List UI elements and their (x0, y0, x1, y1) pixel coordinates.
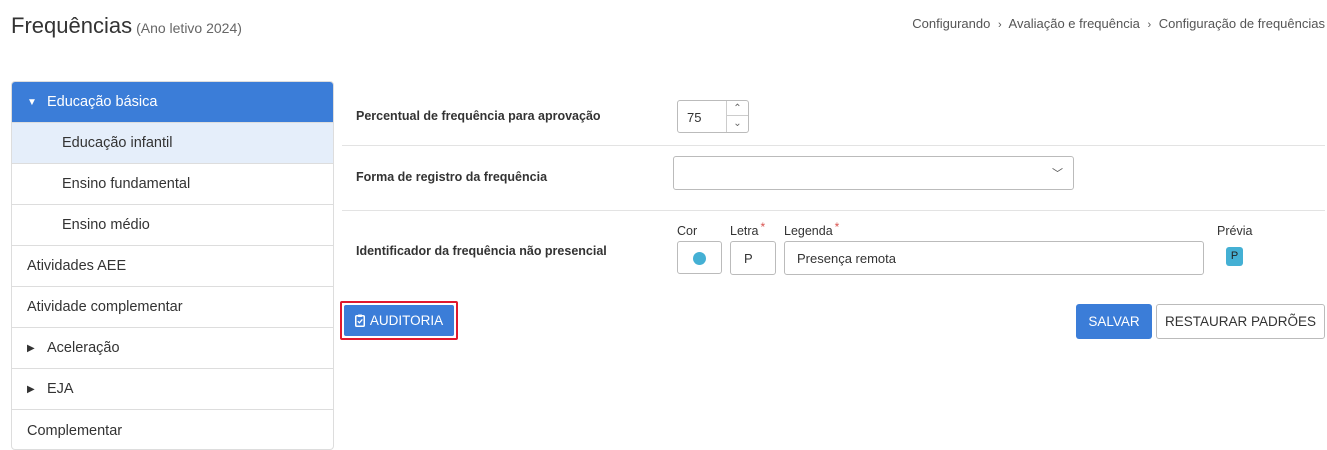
chevron-right-icon: › (997, 19, 1002, 31)
cor-label: Cor (677, 224, 698, 238)
sidebar-item-label: Atividade complementar (27, 299, 183, 315)
chevron-down-icon: ﹀ (1052, 168, 1063, 180)
sidebar-item-atividade-complementar[interactable]: Atividade complementar (12, 287, 333, 328)
chevron-down-icon[interactable]: ⌄ (727, 116, 748, 131)
auditoria-button[interactable]: AUDITORIA (340, 301, 458, 340)
color-swatch (693, 252, 706, 265)
chevron-right-icon: › (1147, 19, 1152, 31)
page-title: Frequências (Ano letivo 2024) (11, 13, 242, 39)
caret-right-icon: ▶ (27, 383, 35, 395)
required-mark: * (760, 220, 766, 234)
legenda-input[interactable]: Presença remota (784, 241, 1204, 275)
save-button[interactable]: SALVAR (1076, 304, 1152, 339)
sidebar-item-atividades-aee[interactable]: Atividades AEE (12, 246, 333, 287)
caret-down-icon: ▼ (27, 96, 37, 108)
identificador-label: Identificador da frequência não presenci… (356, 244, 607, 258)
auditoria-label: AUDITORIA (369, 313, 444, 328)
legenda-label: Legenda * (784, 220, 839, 238)
required-mark: * (834, 220, 840, 234)
sidebar: ▼ Educação básica Educação infantil Ensi… (11, 81, 334, 450)
preview-badge: P (1226, 247, 1243, 266)
previa-label: Prévia (1217, 224, 1253, 238)
letra-label-text: Letra (730, 224, 759, 238)
stepper-buttons: ⌃ ⌄ (726, 101, 748, 132)
sidebar-item-label: Atividades AEE (27, 258, 127, 274)
chevron-up-icon[interactable]: ⌃ (727, 101, 748, 116)
breadcrumb-item-avaliacao[interactable]: Avaliação e frequência (1009, 16, 1140, 31)
breadcrumb-item-configuracao: Configuração de frequências (1158, 16, 1325, 31)
sidebar-item-educacao-basica[interactable]: ▼ Educação básica (12, 82, 333, 123)
percentual-stepper[interactable]: 75 ⌃ ⌄ (677, 100, 749, 133)
legenda-label-text: Legenda (784, 224, 833, 238)
color-picker[interactable] (677, 241, 722, 274)
sidebar-item-label: EJA (47, 381, 74, 397)
percentual-label: Percentual de frequência para aprovação (356, 109, 601, 123)
auditoria-button-face: AUDITORIA (344, 305, 454, 336)
page-subtitle: (Ano letivo 2024) (136, 20, 242, 36)
sidebar-item-label: Aceleração (47, 340, 120, 356)
sidebar-item-label: Ensino fundamental (62, 176, 191, 192)
sidebar-item-label: Complementar (27, 422, 123, 439)
letra-label: Letra * (730, 220, 765, 238)
sidebar-item-aceleracao[interactable]: ▶ Aceleração (12, 328, 333, 369)
sidebar-item-ensino-medio[interactable]: Ensino médio (12, 205, 333, 246)
percentual-value: 75 (687, 110, 702, 125)
breadcrumb-item-configurando[interactable]: Configurando (912, 16, 990, 31)
forma-label: Forma de registro da frequência (356, 170, 548, 184)
clipboard-icon (354, 314, 365, 327)
sidebar-item-label: Ensino médio (62, 217, 150, 233)
sidebar-item-educacao-infantil[interactable]: Educação infantil (12, 123, 333, 164)
sidebar-item-ensino-fundamental[interactable]: Ensino fundamental (12, 164, 333, 205)
sidebar-item-label: Educação infantil (62, 135, 173, 151)
caret-right-icon: ▶ (27, 342, 35, 354)
sidebar-item-complementar[interactable]: Complementar (12, 410, 333, 449)
sidebar-item-label: Educação básica (47, 94, 158, 110)
sidebar-item-eja[interactable]: ▶ EJA (12, 369, 333, 410)
restore-defaults-button[interactable]: RESTAURAR PADRÕES (1156, 304, 1325, 339)
breadcrumb: Configurando › Avaliação e frequência › … (912, 16, 1325, 31)
percentual-row: Percentual de frequência para aprovação … (342, 81, 1325, 146)
forma-select[interactable]: ﹀ (673, 156, 1074, 190)
page-title-text: Frequências (11, 13, 133, 38)
letra-input[interactable]: P (730, 241, 776, 275)
